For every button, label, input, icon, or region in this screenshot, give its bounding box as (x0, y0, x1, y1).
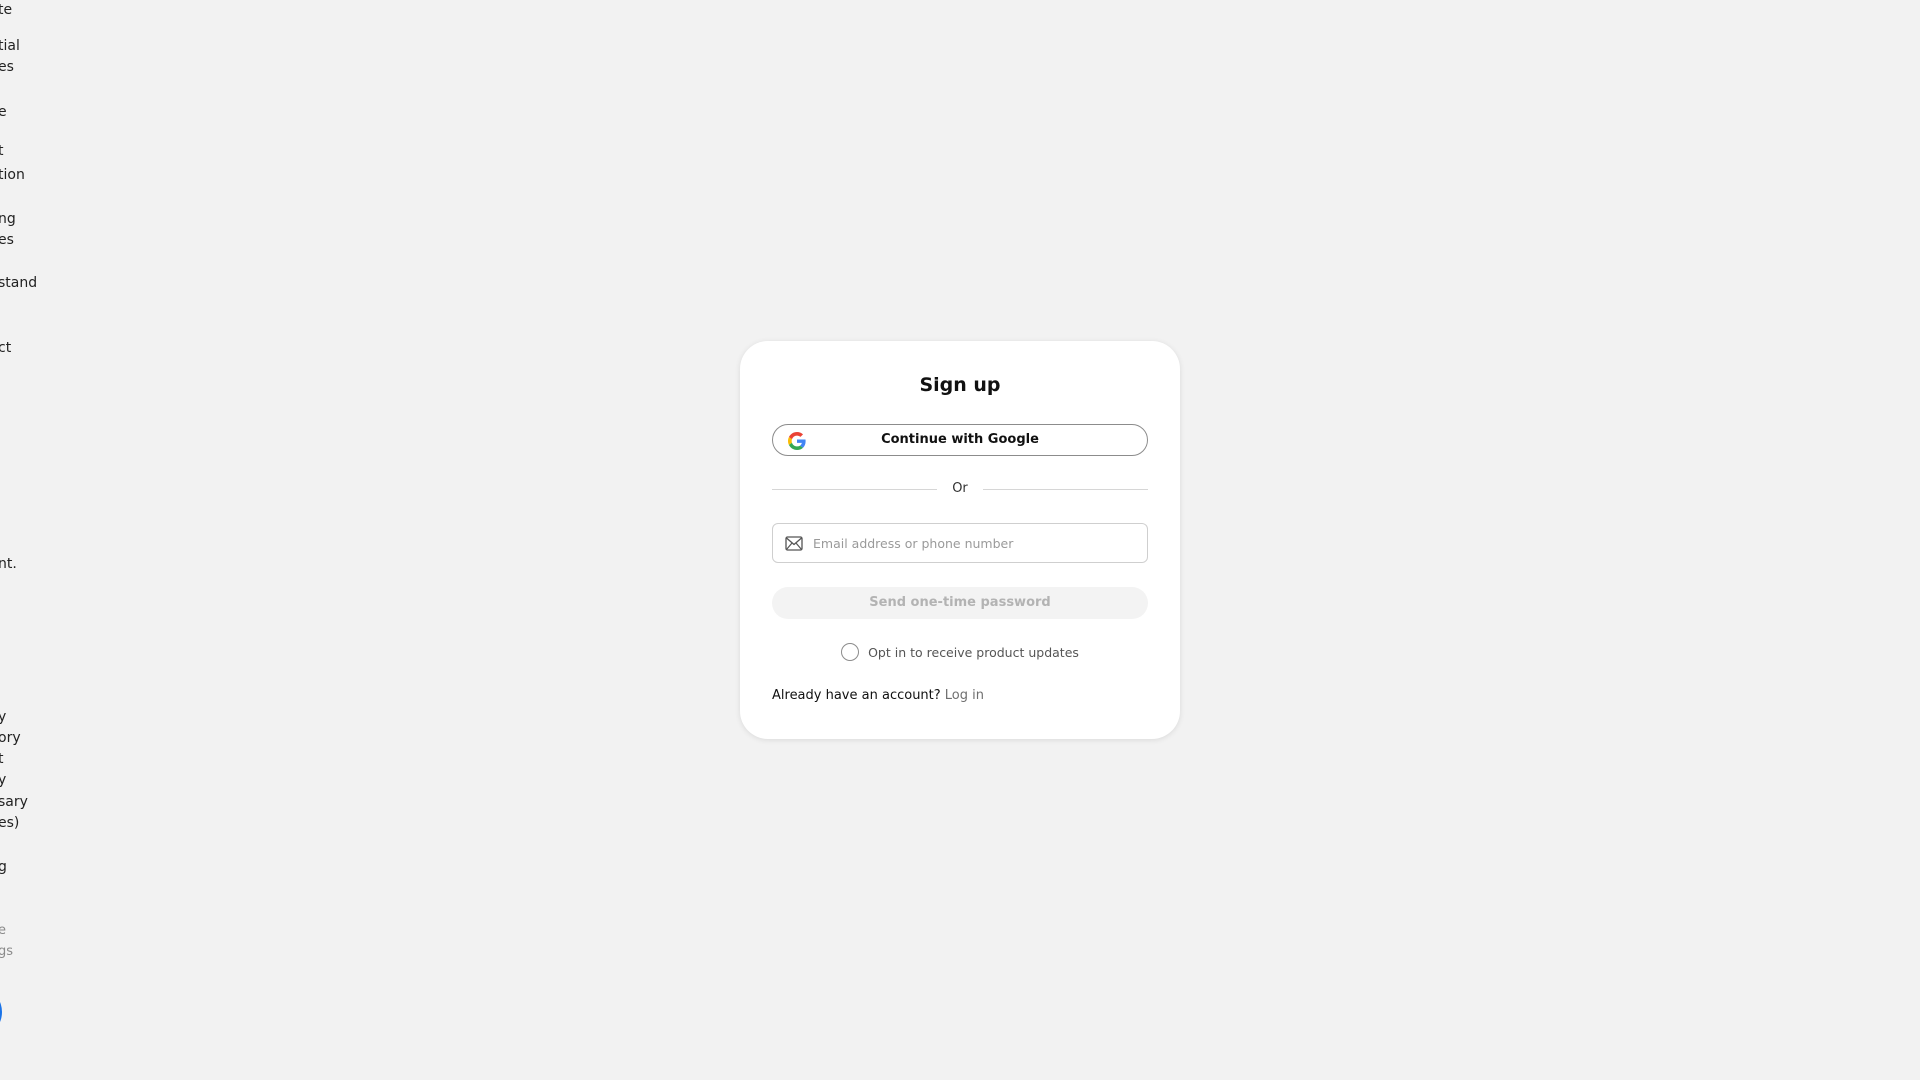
page-title: Sign up (919, 374, 1001, 396)
sidebar-fragment: g (0, 859, 7, 875)
envelope-icon (785, 536, 803, 551)
sidebar-fragment: y (0, 709, 7, 725)
google-button-label: Continue with Google (881, 432, 1039, 447)
signup-card: Sign up Continue with Google Or Send one… (740, 341, 1180, 739)
sidebar-fragment: ct (0, 340, 12, 356)
sidebar-fragment: es) (0, 815, 20, 831)
sidebar-fragment: stand (0, 275, 38, 291)
sidebar-fragment: ory (0, 730, 21, 746)
sidebar-fragment: es (0, 232, 14, 248)
sidebar-fragment: ng (0, 211, 16, 227)
sidebar-fragment: t (0, 143, 4, 159)
sidebar-fragment: t (0, 751, 4, 767)
email-input[interactable] (813, 524, 1133, 562)
sidebar-fragment: nt. (0, 556, 17, 572)
or-divider: Or (772, 480, 1148, 500)
sidebar-fragment: e (0, 923, 6, 938)
sidebar-fragment: e (0, 104, 7, 120)
optin-row: Opt in to receive product updates (740, 643, 1180, 665)
sidebar-fragment: y (0, 772, 7, 788)
sidebar-fragment: gs (0, 944, 14, 959)
optin-checkbox[interactable] (841, 643, 860, 661)
optin-label[interactable]: Opt in to receive product updates (868, 645, 1079, 660)
sidebar-fragment: te (0, 2, 13, 18)
login-row: Already have an account? Log in (772, 688, 984, 703)
email-field[interactable] (772, 523, 1148, 563)
continue-with-google-button[interactable]: Continue with Google (772, 424, 1148, 456)
login-link[interactable]: Log in (945, 688, 984, 703)
sidebar-fragment: sary (0, 794, 28, 810)
sidebar-fragment: es (0, 59, 14, 75)
background-sidebar: te tial es e t tion ng es stand ct nt. y ory t y sary es… (0, 0, 60, 1080)
sidebar-fragment: tial (0, 38, 20, 54)
divider-line-right (983, 489, 1148, 490)
send-otp-button[interactable]: Send one-time password (772, 587, 1148, 619)
sidebar-floating-button[interactable] (0, 992, 2, 1032)
login-prompt: Already have an account? (772, 688, 945, 703)
sidebar-fragment: tion (0, 167, 25, 183)
